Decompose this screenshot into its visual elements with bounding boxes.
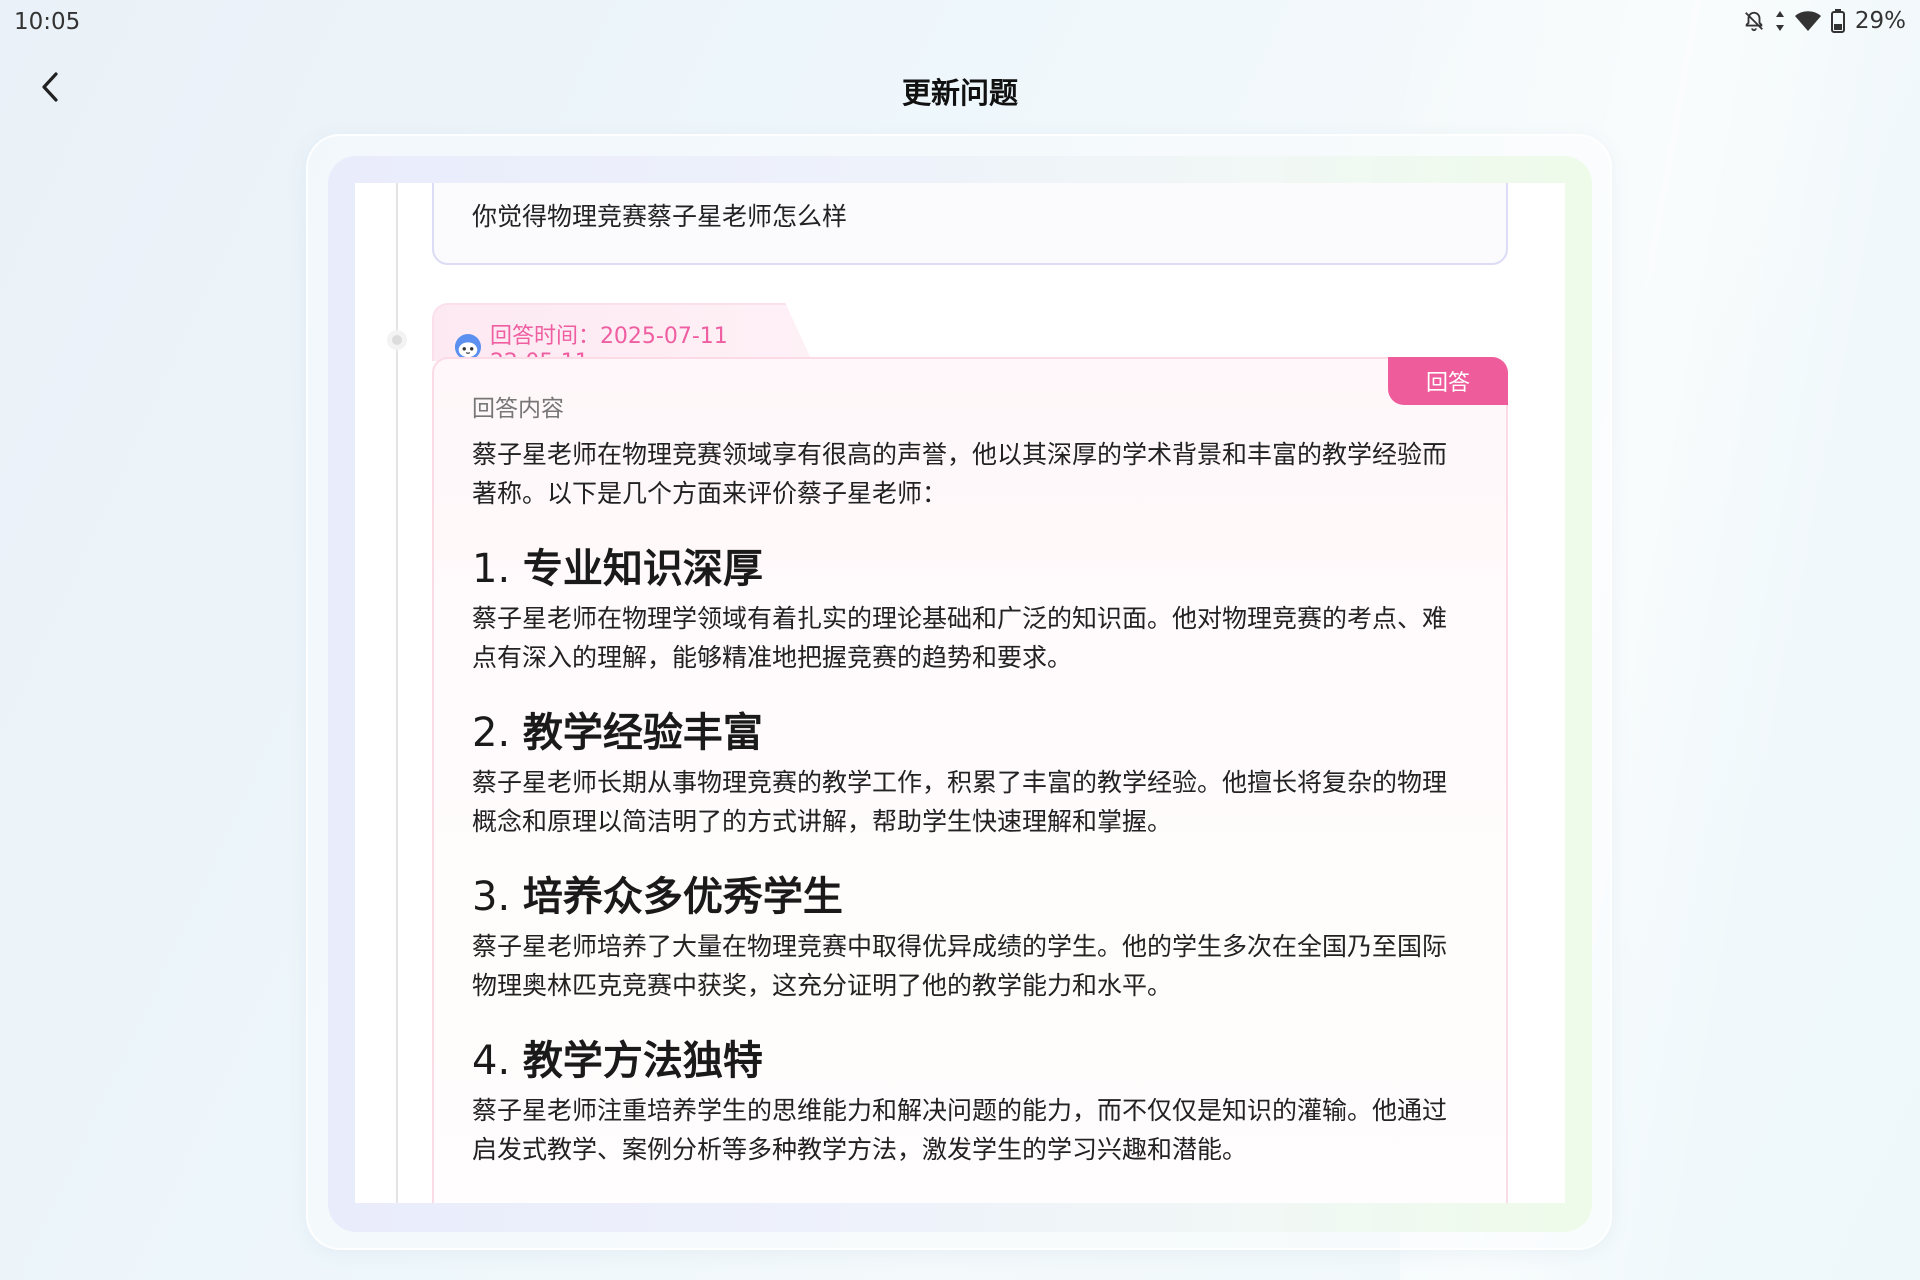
answer-body: 回答内容 蔡子星老师在物理竞赛领域享有很高的声誉，他以其深厚的学术背景和丰富的教…	[472, 393, 1462, 1169]
status-bar: 10:05 29%	[0, 0, 1920, 44]
data-arrows-icon	[1775, 10, 1785, 32]
section-title: 2. 教学经验丰富	[472, 710, 763, 756]
battery-percent: 29%	[1854, 8, 1906, 34]
answer-intro: 蔡子星老师在物理竞赛领域享有很高的声誉，他以其深厚的学术背景和丰富的教学经验而著…	[472, 440, 1448, 508]
question-text: 你觉得物理竞赛蔡子星老师怎么样	[472, 202, 848, 231]
answer-label: 回答内容	[472, 396, 564, 422]
wifi-icon	[1794, 10, 1821, 32]
answer-card: 回答 回答内容 蔡子星老师在物理竞赛领域享有很高的声誉，他以其深厚的学术背景和丰…	[432, 357, 1508, 1203]
status-time: 10:05	[14, 9, 81, 35]
section-text: 蔡子星老师注重培养学生的思维能力和解决问题的能力，而不仅仅是知识的灌输。他通过启…	[472, 1096, 1448, 1164]
battery-icon	[1830, 9, 1845, 33]
question-card: 你觉得物理竞赛蔡子星老师怎么样	[432, 183, 1508, 265]
section-title: 1. 专业知识深厚	[472, 546, 763, 592]
scroll-content[interactable]: 你觉得物理竞赛蔡子星老师怎么样 回答时间：2025-07-11 22:05:11…	[355, 183, 1565, 1203]
section-title: 3. 培养众多优秀学生	[472, 874, 843, 920]
section-text: 蔡子星老师长期从事物理竞赛的教学工作，积累了丰富的教学经验。他擅长将复杂的物理概…	[472, 768, 1448, 836]
timeline-dot	[387, 330, 407, 350]
answer-time-tab: 回答时间：2025-07-11 22:05:11	[432, 303, 812, 361]
section-text: 蔡子星老师在物理学领域有着扎实的理论基础和广泛的知识面。他对物理竞赛的考点、难点…	[472, 604, 1448, 672]
bell-off-icon	[1743, 10, 1765, 32]
page-title: 更新问题	[901, 76, 1018, 110]
section-title: 4. 教学方法独特	[472, 1038, 763, 1084]
section-text: 蔡子星老师培养了大量在物理竞赛中取得优异成绩的学生。他的学生多次在全国乃至国际物…	[472, 932, 1448, 1000]
status-icons: 29%	[1743, 8, 1906, 34]
